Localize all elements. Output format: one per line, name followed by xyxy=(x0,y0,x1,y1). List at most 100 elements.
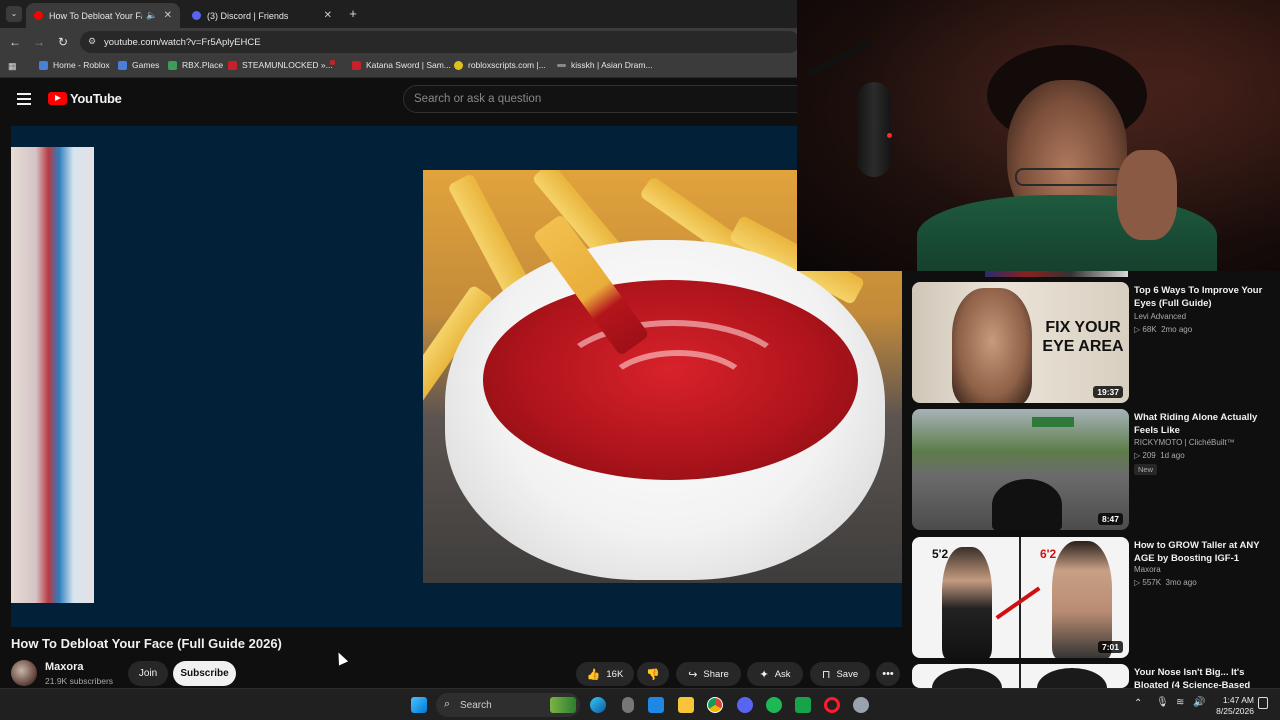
youtube-favicon-icon xyxy=(34,11,43,20)
thumb-person-left xyxy=(942,547,992,658)
time: 1:47 AM xyxy=(1222,695,1254,705)
swirl xyxy=(603,350,753,430)
rec-channel[interactable]: RICKYMOTO | ClichéBuilt™ xyxy=(1134,438,1235,447)
thumbs-down-icon: 👎 xyxy=(646,668,660,681)
thumb-person xyxy=(952,288,1032,403)
bookmark-item[interactable]: Games xyxy=(118,60,159,70)
more-horizontal-icon: ••• xyxy=(882,668,894,680)
mic-light xyxy=(887,133,892,138)
save-button[interactable]: ⊓ Save xyxy=(810,662,870,686)
bookmark-item[interactable]: RBX.Place xyxy=(168,60,223,70)
close-tab-icon[interactable]: ✕ xyxy=(324,10,332,21)
video-thumbnail[interactable]: 5'2 6'2 7:01 xyxy=(912,537,1129,658)
address-bar[interactable]: ⚙ youtube.com/watch?v=Fr5AplyEHCE xyxy=(80,31,800,53)
thumb-road-sign xyxy=(1032,417,1074,427)
volume-icon[interactable]: 🔊 xyxy=(1193,697,1205,708)
thumb-height-left: 5'2 xyxy=(932,547,949,561)
apps-grid-icon[interactable]: ▦ xyxy=(8,61,18,71)
rec-title[interactable]: Your Nose Isn't Big... It's Bloated (4 S… xyxy=(1134,666,1264,688)
bookmark-item[interactable]: kisskh | Asian Dram... xyxy=(557,60,653,70)
microphone-icon[interactable]: 🎙 xyxy=(1156,697,1169,708)
dislike-button[interactable]: 👎 xyxy=(637,662,669,686)
channel-name[interactable]: Maxora xyxy=(45,661,84,673)
thumb-motorcycle xyxy=(992,479,1062,530)
clock[interactable]: 1:47 AM 8/25/2026 xyxy=(1208,695,1254,717)
thumb-height-right: 6'2 xyxy=(1040,547,1057,561)
bookmark-item[interactable]: Home - Roblox xyxy=(39,60,110,70)
rec-title[interactable]: How to GROW Taller at ANY AGE by Boostin… xyxy=(1134,539,1264,565)
mouse-cursor-icon xyxy=(333,650,349,666)
share-button[interactable]: ↪ Share xyxy=(676,662,741,686)
store-icon[interactable] xyxy=(648,697,664,713)
list-item[interactable]: Your Nose Isn't Big... It's Bloated (4 S… xyxy=(912,664,1272,688)
reload-icon[interactable]: ↻ xyxy=(55,34,71,50)
notification-icon[interactable] xyxy=(1258,697,1268,709)
discord-icon[interactable] xyxy=(737,697,753,713)
tab-youtube[interactable]: How To Debloat Your Face ( 🔈 ✕ xyxy=(26,3,180,28)
chrome-icon[interactable] xyxy=(707,697,723,713)
bookmark-favicon-icon xyxy=(330,60,335,65)
rec-title[interactable]: Top 6 Ways To Improve Your Eyes (Full Gu… xyxy=(1134,284,1264,310)
taskbar-search[interactable]: ⌕ Search xyxy=(436,693,580,717)
webcam-overlay xyxy=(797,0,1280,271)
spotify-icon[interactable] xyxy=(766,697,782,713)
edge-icon[interactable] xyxy=(590,697,606,713)
tab-discord[interactable]: (3) Discord | Friends ✕ xyxy=(184,3,340,28)
rec-channel[interactable]: Maxora xyxy=(1134,565,1161,574)
hamburger-menu-icon[interactable] xyxy=(17,93,31,105)
bookmark-item[interactable]: robloxscripts.com |... xyxy=(454,60,546,70)
bookmark-item[interactable]: STEAMUNLOCKED »... xyxy=(228,60,333,70)
list-item[interactable]: FIX YOUR EYE AREA 19:37 Top 6 Ways To Im… xyxy=(912,282,1272,404)
list-item[interactable]: 8:47 What Riding Alone Actually Feels Li… xyxy=(912,409,1272,531)
site-info-icon[interactable]: ⚙ xyxy=(88,36,96,47)
ask-button[interactable]: ✦ Ask xyxy=(747,662,803,686)
new-tab-icon[interactable]: + xyxy=(345,6,361,22)
video-thumbnail[interactable] xyxy=(912,664,1129,688)
video-thumbnail[interactable]: 8:47 xyxy=(912,409,1129,530)
tab-title: (3) Discord | Friends xyxy=(207,10,289,21)
file-explorer-icon[interactable] xyxy=(678,697,694,713)
youtube-play-icon xyxy=(48,92,67,105)
date: 8/25/2026 xyxy=(1216,706,1254,716)
like-button[interactable]: 👍 16K xyxy=(576,662,634,686)
youtube-logo[interactable]: YouTube xyxy=(48,91,122,106)
rec-title[interactable]: What Riding Alone Actually Feels Like xyxy=(1134,411,1264,437)
join-button[interactable]: Join xyxy=(128,661,168,686)
thumb-caption: FIX YOUR EYE AREA xyxy=(1042,319,1124,355)
wifi-icon[interactable]: ≋ xyxy=(1176,697,1184,708)
forward-icon[interactable]: → xyxy=(31,34,47,50)
robloxscripts-icon xyxy=(454,60,463,70)
thumb-hair xyxy=(932,668,1002,688)
back-icon[interactable]: ← xyxy=(7,34,23,50)
discord-favicon-icon xyxy=(192,11,201,20)
bookmark-item[interactable]: Katana Sword | Sam... xyxy=(352,60,451,70)
rbx-place-icon xyxy=(168,60,177,70)
video-player[interactable] xyxy=(11,126,902,627)
subscribe-button[interactable]: Subscribe xyxy=(173,661,236,686)
ketchup xyxy=(483,280,858,480)
app-icon[interactable] xyxy=(795,697,811,713)
opera-icon[interactable] xyxy=(824,697,840,713)
search-input[interactable]: Search or ask a question xyxy=(403,85,823,113)
glasses xyxy=(1015,168,1125,186)
settings-gear-icon[interactable] xyxy=(853,697,869,713)
app-icon[interactable] xyxy=(622,697,634,713)
avatar[interactable] xyxy=(11,660,37,686)
windows-start-icon[interactable] xyxy=(411,697,427,713)
steamunlocked-icon xyxy=(228,60,237,70)
thumb-divider xyxy=(1019,664,1021,688)
rec-meta: ▷ 557K 3mo ago xyxy=(1134,578,1197,587)
chevron-up-icon[interactable]: ⌃ xyxy=(1134,698,1142,709)
thumb-hair xyxy=(1037,668,1107,688)
like-count: 16K xyxy=(606,668,624,680)
list-item[interactable]: 5'2 6'2 7:01 How to GROW Taller at ANY A… xyxy=(912,537,1272,659)
more-actions-button[interactable]: ••• xyxy=(876,662,900,686)
video-thumbnail[interactable]: FIX YOUR EYE AREA 19:37 xyxy=(912,282,1129,403)
bookmark-item[interactable] xyxy=(330,60,340,65)
tab-search-dropdown-icon[interactable]: ⌄ xyxy=(6,6,22,22)
windows-taskbar: ⌕ Search ⌃ 🎙 ≋ 🔊 1:47 AM 8/25/2026 xyxy=(0,688,1280,720)
roblox-icon xyxy=(39,60,48,70)
rec-channel[interactable]: Levi Advanced xyxy=(1134,312,1186,321)
rec-meta: ▷ 209 1d ago xyxy=(1134,451,1185,460)
close-tab-icon[interactable]: ✕ xyxy=(164,10,172,21)
